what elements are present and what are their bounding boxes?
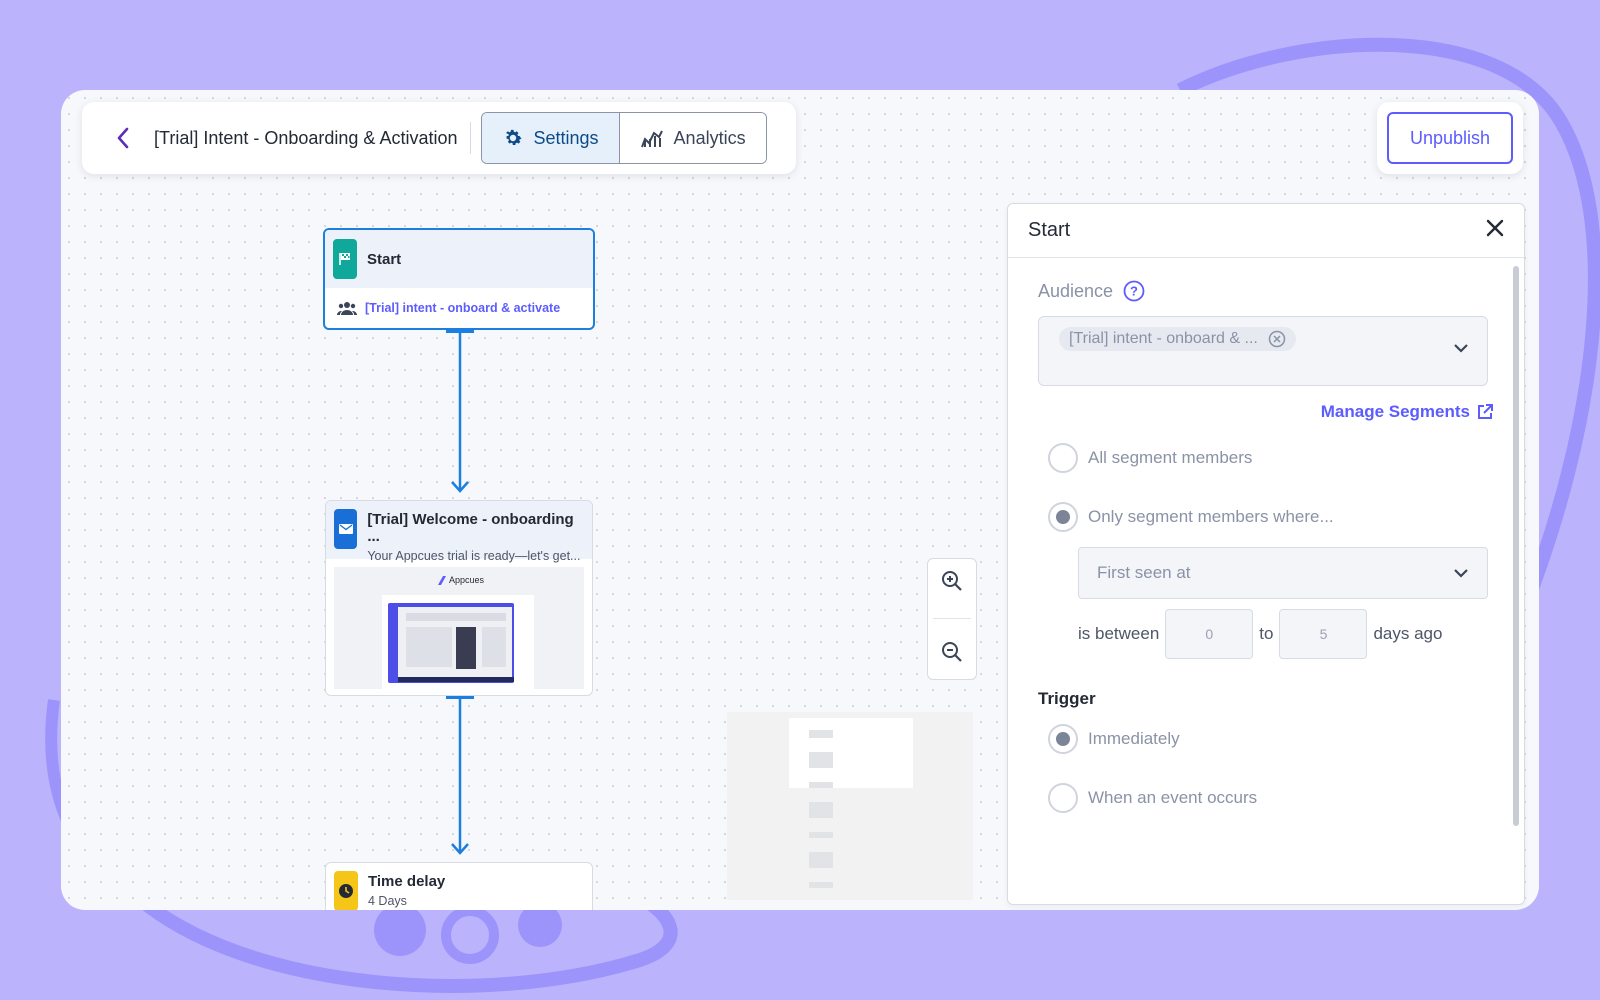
radio-only-members-label: Only segment members where... [1088,507,1334,526]
radio-trigger-event-circle[interactable] [1048,783,1078,813]
close-icon [1486,219,1504,237]
unpublish-button[interactable]: Unpublish [1387,112,1513,164]
panel-header: Start [1008,204,1524,258]
users-icon [337,302,357,315]
app-window: [Trial] Intent - Onboarding & Activation… [61,90,1539,910]
radio-only-members-circle[interactable] [1048,502,1078,532]
chevron-down-icon [1454,344,1468,353]
radio-trigger-immediately[interactable]: Immediately [1048,723,1494,755]
property-select-value: First seen at [1097,563,1191,582]
clock-icon [334,871,358,910]
zoom-out-button[interactable] [940,640,964,669]
to-days-input[interactable]: 5 [1279,609,1368,659]
zoom-out-icon [942,641,962,662]
audience-heading: Audience ? [1038,280,1494,302]
radio-all-members-circle[interactable] [1048,443,1078,473]
manage-segments-label: Manage Segments [1320,402,1470,421]
email-node-title: [Trial] Welcome - onboarding ... [367,511,574,545]
time-delay-node[interactable]: Time delay 4 Days [325,862,593,910]
audience-chip-label: [Trial] intent - onboard & ... [1069,330,1258,347]
manage-segments-link[interactable]: Manage Segments [1038,402,1494,422]
start-settings-panel: Start Audience ? [Trial] intent - onboar… [1007,203,1525,905]
email-node-header: [Trial] Welcome - onboarding ... Your Ap… [326,501,592,563]
zoom-in-button[interactable] [940,569,964,598]
help-icon[interactable]: ? [1123,280,1145,302]
start-node-header: Start [325,230,593,288]
audience-chip: [Trial] intent - onboard & ... [1059,327,1296,351]
time-delay-title: Time delay [368,873,446,890]
zoom-divider [933,618,971,620]
remove-chip-icon[interactable] [1268,330,1286,348]
start-node-title: Start [367,250,402,268]
radio-all-members-label: All segment members [1088,448,1253,467]
envelope-icon [334,509,358,549]
start-node[interactable]: Start [Trial] intent - onboard & activat… [323,228,595,330]
audience-select[interactable]: [Trial] intent - onboard & ... [1038,316,1488,386]
days-ago-label: days ago [1373,624,1443,643]
radio-trigger-event-label: When an event occurs [1088,788,1258,807]
email-preview-thumbnail: Appcues [334,567,584,689]
audience-label: Audience [1038,280,1114,301]
to-label: to [1259,624,1274,643]
publish-controls: Unpublish [1377,102,1523,174]
radio-all-members[interactable]: All segment members [1048,442,1494,474]
close-panel-button[interactable] [1486,219,1504,242]
is-between-label: is between [1078,624,1160,643]
from-days-input[interactable]: 0 [1165,609,1254,659]
svg-text:?: ? [1130,284,1138,299]
email-node-subtitle: Your Appcues trial is ready—let's get... [367,549,581,563]
radio-trigger-immediately-circle[interactable] [1048,724,1078,754]
zoom-in-icon [942,571,962,591]
appcues-logo-icon [438,575,446,585]
external-link-icon [1478,404,1493,419]
panel-title: Start [1028,219,1071,241]
start-node-audience-label: [Trial] intent - onboard & activate [365,301,561,315]
trigger-heading: Trigger [1038,689,1096,708]
start-node-audience: [Trial] intent - onboard & activate [325,288,593,328]
radio-trigger-event[interactable]: When an event occurs [1048,782,1494,814]
time-delay-subtitle: 4 Days [368,894,407,908]
radio-trigger-immediately-label: Immediately [1088,729,1180,748]
radio-only-members[interactable]: Only segment members where... [1048,501,1494,533]
zoom-controls [927,558,977,680]
date-range-row: is between 0 to 5 days ago [1078,609,1494,659]
email-preview-brand: Appcues [449,575,485,585]
property-select[interactable]: First seen at [1078,547,1488,599]
canvas-minimap[interactable] [727,712,973,900]
email-node[interactable]: [Trial] Welcome - onboarding ... Your Ap… [325,500,593,696]
chevron-down-icon [1454,569,1468,578]
flag-icon [333,239,357,279]
